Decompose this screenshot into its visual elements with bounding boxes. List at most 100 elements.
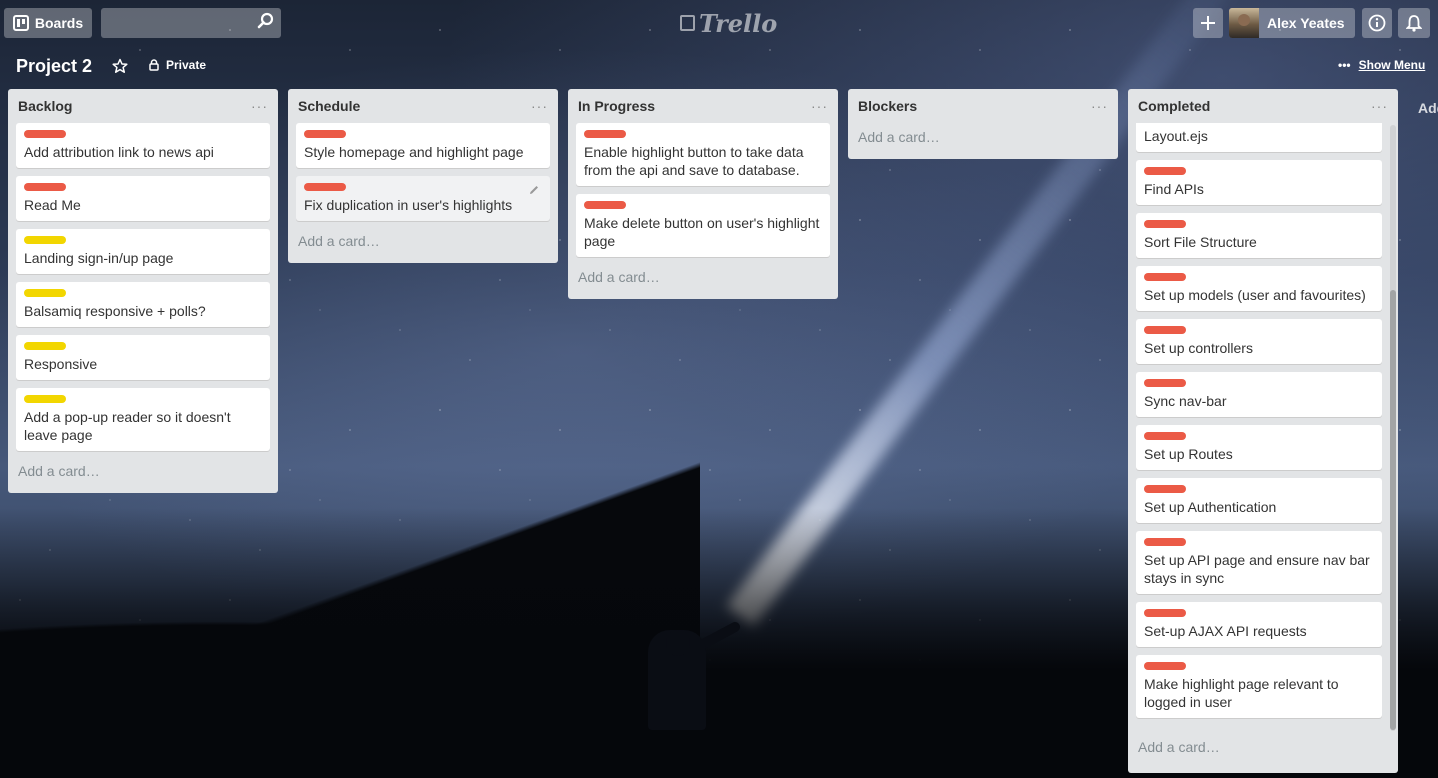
card[interactable]: Sync nav-bar: [1136, 372, 1382, 417]
card-title: Style homepage and highlight page: [304, 144, 524, 160]
card-label-red: [584, 130, 626, 138]
card[interactable]: Set up models (user and favourites): [1136, 266, 1382, 311]
card-title: Add attribution link to news api: [24, 144, 214, 160]
card[interactable]: Add attribution link to news api: [16, 123, 270, 168]
list-title[interactable]: Backlog: [18, 98, 72, 114]
visibility-button[interactable]: Private: [148, 58, 206, 72]
card-title: Sort File Structure: [1144, 234, 1257, 250]
card-title: Set up Authentication: [1144, 499, 1277, 515]
member-menu-button[interactable]: Alex Yeates: [1229, 8, 1355, 38]
list-menu-icon[interactable]: ···: [251, 98, 268, 114]
trello-logo-icon: [680, 15, 695, 31]
card[interactable]: Make highlight page relevant to logged i…: [1136, 655, 1382, 718]
card-title: Responsive: [24, 356, 98, 372]
card[interactable]: Set up controllers: [1136, 319, 1382, 364]
card-title: Set up Routes: [1144, 446, 1233, 462]
ellipsis-icon: •••: [1338, 58, 1351, 72]
card-title: Set up models (user and favourites): [1144, 287, 1366, 303]
create-button[interactable]: [1193, 8, 1223, 38]
scrollbar-thumb[interactable]: [1390, 290, 1396, 730]
card-label-yellow: [24, 395, 66, 403]
card[interactable]: Set up API page and ensure nav bar stays…: [1136, 531, 1382, 594]
list-in-progress: In Progress ··· Enable highlight button …: [568, 89, 838, 299]
list-schedule: Schedule ··· Style homepage and highligh…: [288, 89, 558, 263]
add-card-button[interactable]: Add a card…: [288, 229, 558, 263]
lock-icon: [149, 59, 159, 71]
list-menu-icon[interactable]: ···: [811, 98, 828, 114]
add-card-button[interactable]: Add a card…: [568, 265, 838, 299]
info-icon: [1368, 14, 1386, 32]
card[interactable]: Enable highlight button to take data fro…: [576, 123, 830, 186]
card-label-red: [304, 183, 346, 191]
add-card-button[interactable]: Add a card…: [8, 459, 278, 493]
card-label-red: [1144, 609, 1186, 617]
card[interactable]: Landing sign-in/up page: [16, 229, 270, 274]
board-title[interactable]: Project 2: [16, 56, 92, 77]
card-title: Make highlight page relevant to logged i…: [1144, 676, 1339, 710]
list-header: Blockers ···: [848, 89, 1118, 123]
card-label-red: [1144, 167, 1186, 175]
list-menu-icon[interactable]: ···: [531, 98, 548, 114]
card[interactable]: Set up Routes: [1136, 425, 1382, 470]
list-menu-icon[interactable]: ···: [1371, 98, 1388, 114]
card-label-red: [1144, 538, 1186, 546]
card-list: Enable highlight button to take data fro…: [568, 123, 838, 257]
list-header: Schedule ···: [288, 89, 558, 123]
pencil-icon[interactable]: [528, 184, 540, 196]
background-person-head: [666, 630, 690, 656]
card-list-scroll[interactable]: Layout.ejs Find APIs Sort File Structure…: [1128, 123, 1398, 731]
card-title: Set-up AJAX API requests: [1144, 623, 1307, 639]
list-menu-icon[interactable]: ···: [1091, 98, 1108, 114]
plus-icon: [1201, 16, 1215, 30]
card[interactable]: Responsive: [16, 335, 270, 380]
add-card-button[interactable]: Add a card…: [848, 123, 1118, 159]
list-header: Completed ···: [1128, 89, 1398, 123]
card[interactable]: Balsamiq responsive + polls?: [16, 282, 270, 327]
card-title: Layout.ejs: [1144, 128, 1208, 144]
card-label-yellow: [24, 342, 66, 350]
top-header: Boards Trello Alex Yeates: [0, 0, 1438, 46]
card-label-red: [304, 130, 346, 138]
list-title[interactable]: Blockers: [858, 98, 917, 114]
card-label-yellow: [24, 289, 66, 297]
card-label-red: [1144, 662, 1186, 670]
notifications-button[interactable]: [1398, 8, 1430, 38]
list-title[interactable]: In Progress: [578, 98, 655, 114]
search-icon[interactable]: [257, 12, 275, 30]
card[interactable]: Add a pop-up reader so it doesn't leave …: [16, 388, 270, 451]
card-label-red: [1144, 379, 1186, 387]
star-icon[interactable]: [112, 58, 128, 74]
card-title: Set up API page and ensure nav bar stays…: [1144, 552, 1370, 586]
add-card-button[interactable]: Add a card…: [1128, 731, 1398, 769]
card[interactable]: Set-up AJAX API requests: [1136, 602, 1382, 647]
card[interactable]: Layout.ejs: [1136, 123, 1382, 152]
show-menu-button[interactable]: ••• Show Menu: [1338, 58, 1425, 72]
add-list-button[interactable]: Add a list...: [1418, 100, 1438, 116]
card-label-red: [1144, 326, 1186, 334]
card-label-red: [24, 130, 66, 138]
scrollbar[interactable]: [1390, 125, 1396, 731]
card[interactable]: Style homepage and highlight page: [296, 123, 550, 168]
card[interactable]: Make delete button on user's highlight p…: [576, 194, 830, 257]
card[interactable]: Set up Authentication: [1136, 478, 1382, 523]
search-input[interactable]: [101, 8, 281, 38]
card-title: Set up controllers: [1144, 340, 1253, 356]
card-title: Sync nav-bar: [1144, 393, 1227, 409]
list-title[interactable]: Schedule: [298, 98, 360, 114]
info-button[interactable]: [1362, 8, 1392, 38]
background-treeline: [0, 458, 700, 778]
card[interactable]: Find APIs: [1136, 160, 1382, 205]
boards-button[interactable]: Boards: [4, 8, 92, 38]
card-title: Add a pop-up reader so it doesn't leave …: [24, 409, 231, 443]
list-header: Backlog ···: [8, 89, 278, 123]
card-title: Balsamiq responsive + polls?: [24, 303, 206, 319]
card[interactable]: Read Me: [16, 176, 270, 221]
list-title[interactable]: Completed: [1138, 98, 1210, 114]
card[interactable]: Fix duplication in user's highlights: [296, 176, 550, 221]
card-title: Find APIs: [1144, 181, 1204, 197]
card[interactable]: Sort File Structure: [1136, 213, 1382, 258]
visibility-label: Private: [166, 58, 207, 72]
card-label-yellow: [24, 236, 66, 244]
trello-logo[interactable]: Trello: [680, 9, 777, 38]
bell-icon: [1406, 15, 1422, 32]
